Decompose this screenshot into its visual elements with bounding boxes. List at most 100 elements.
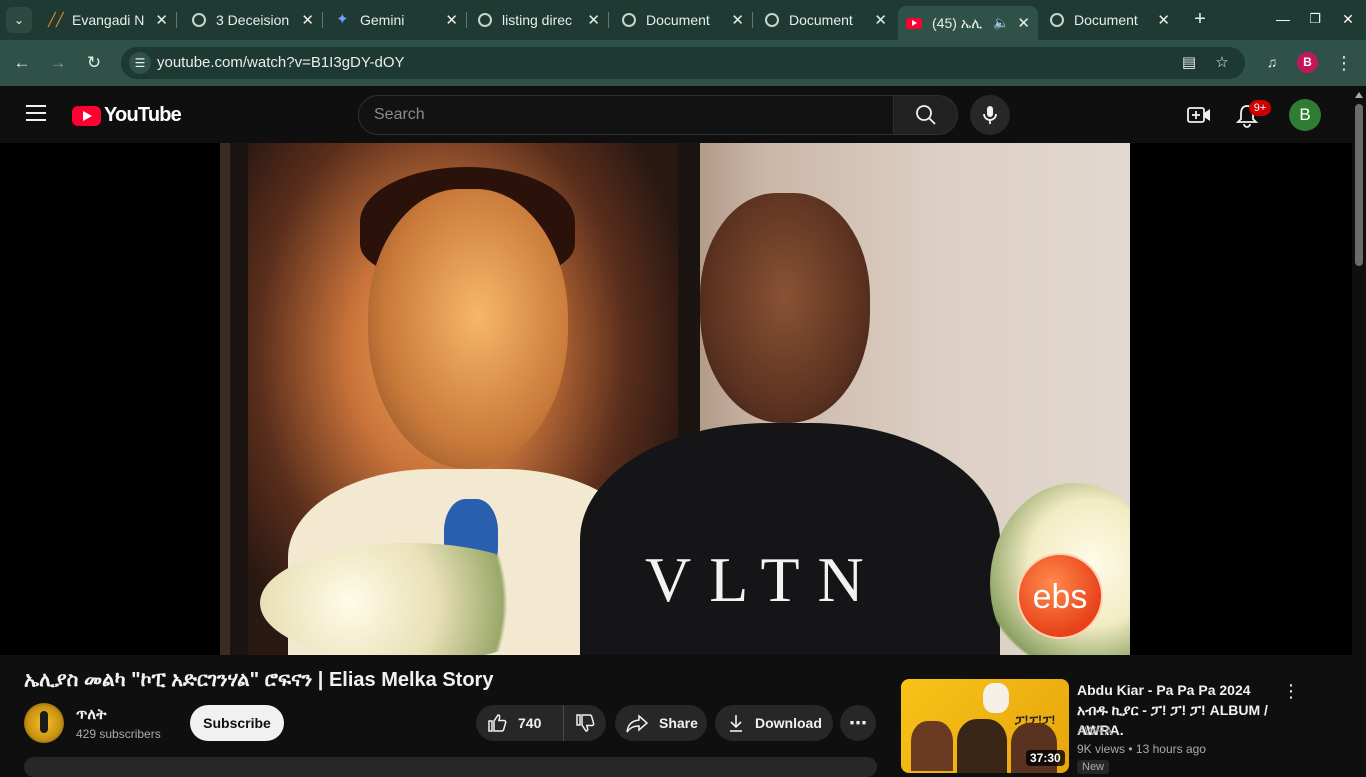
- media-controls-icon[interactable]: ♫: [1262, 52, 1282, 72]
- tab-close-icon[interactable]: ✕: [1017, 14, 1030, 32]
- browser-tab-5[interactable]: Document ✕: [757, 6, 895, 34]
- tab-close-icon[interactable]: ✕: [731, 11, 744, 29]
- tab-title: listing direc: [502, 12, 573, 28]
- browser-tab-strip: ⌄ ╱╱ Evangadi N ✕ 3 Deceision ✕ ✦ Gemini…: [0, 0, 1366, 40]
- like-dislike-group: 740: [476, 705, 606, 741]
- globe-icon: [1050, 13, 1064, 27]
- tab-title: Evangadi N: [72, 12, 145, 28]
- window-close-icon[interactable]: ✕: [1337, 8, 1359, 30]
- restore-icon[interactable]: ❐: [1304, 8, 1326, 30]
- site-info-tune-icon[interactable]: ☰: [129, 52, 151, 74]
- globe-icon: [478, 13, 492, 27]
- tab-close-icon[interactable]: ✕: [1157, 11, 1170, 29]
- tab-separator: [752, 12, 753, 28]
- view-count: 9K views: [1077, 742, 1126, 756]
- subscriber-count: 429 subscribers: [76, 727, 161, 741]
- tab-title: Gemini: [360, 12, 405, 28]
- upload-age: 13 hours ago: [1135, 742, 1206, 756]
- video-title: ኤሊያስ መልካ "ኮፒ አድርገንሃል" ሮፍናን | Elias Melka…: [24, 669, 494, 691]
- download-button[interactable]: Download: [715, 705, 833, 741]
- browser-tab-3[interactable]: listing direc ✕: [470, 6, 609, 34]
- channel-avatar[interactable]: [24, 703, 64, 743]
- youtube-icon: [906, 17, 922, 29]
- globe-icon: [192, 13, 206, 27]
- new-tab-plus-icon[interactable]: +: [1190, 8, 1210, 30]
- new-badge: New: [1077, 760, 1110, 774]
- more-actions-button[interactable]: ⋯: [840, 705, 876, 741]
- back-arrow-icon[interactable]: ←: [10, 51, 34, 75]
- globe-icon: [622, 13, 636, 27]
- recommendation-menu-kebab-icon[interactable]: ⋮: [1282, 680, 1300, 702]
- tab-title: 3 Deceision: [216, 12, 290, 28]
- youtube-logo[interactable]: YouTube: [72, 104, 182, 127]
- forward-arrow-icon[interactable]: →: [46, 51, 70, 75]
- browser-tab-active[interactable]: (45) ኤሊ 🔈 ✕: [898, 6, 1038, 40]
- account-avatar[interactable]: B: [1289, 99, 1321, 131]
- like-count: 740: [518, 715, 542, 731]
- search-input[interactable]: [374, 105, 874, 125]
- dislike-button[interactable]: [564, 705, 606, 741]
- recommended-channel-name[interactable]: AWRA: [1077, 724, 1113, 738]
- reload-icon[interactable]: ↻: [82, 51, 106, 75]
- search-box: [358, 95, 894, 135]
- interviewee: VLTN: [550, 193, 1030, 655]
- browser-tab-2[interactable]: ✦ Gemini ✕: [328, 6, 467, 34]
- download-icon: [730, 715, 742, 732]
- meta-dot: •: [1128, 742, 1136, 756]
- url-text[interactable]: youtube.com/watch?v=B1I3gDY-dOY: [157, 54, 405, 71]
- bookmark-star-icon[interactable]: ☆: [1211, 52, 1233, 74]
- more-horizontal-icon: ⋯: [849, 712, 867, 733]
- tab-close-icon[interactable]: ✕: [445, 11, 458, 29]
- tab-separator: [608, 12, 609, 28]
- tab-close-icon[interactable]: ✕: [874, 11, 887, 29]
- tab-title: Document: [646, 12, 710, 28]
- share-button[interactable]: Share: [615, 705, 707, 741]
- create-video-icon[interactable]: [1186, 102, 1212, 128]
- tab-separator: [322, 12, 323, 28]
- tab-close-icon[interactable]: ✕: [301, 11, 314, 29]
- browser-menu-kebab-icon[interactable]: ⋮: [1334, 51, 1354, 75]
- download-label: Download: [755, 715, 822, 731]
- tab-title: Document: [789, 12, 853, 28]
- tab-separator: [466, 12, 467, 28]
- evangadi-icon: ╱╱: [48, 12, 64, 27]
- browser-tab-4[interactable]: Document ✕: [614, 6, 753, 34]
- flower-bouquet-left: [260, 543, 560, 655]
- minimize-icon[interactable]: —: [1272, 8, 1294, 30]
- guide-menu-icon[interactable]: [26, 105, 46, 123]
- search-icon: [916, 105, 936, 125]
- browser-tab-1[interactable]: 3 Deceision ✕: [184, 6, 323, 34]
- page-scrollbar[interactable]: [1352, 86, 1366, 768]
- shirt-print-text: VLTN: [645, 544, 882, 615]
- youtube-play-logo-icon: [72, 105, 101, 126]
- browser-tab-0[interactable]: ╱╱ Evangadi N ✕: [40, 6, 177, 34]
- audio-speaker-icon[interactable]: 🔈: [993, 15, 1009, 31]
- ebs-watermark-logo: ebs: [1017, 553, 1103, 639]
- youtube-wordmark: YouTube: [104, 104, 182, 126]
- microphone-icon: [983, 106, 997, 124]
- like-button[interactable]: 740: [476, 705, 564, 741]
- subscribe-button[interactable]: Subscribe: [190, 705, 284, 741]
- video-frame[interactable]: VLTN ebs: [220, 143, 1130, 655]
- notification-count-badge: 9+: [1249, 100, 1271, 116]
- scrollbar-thumb[interactable]: [1355, 104, 1363, 266]
- address-bar[interactable]: ☰ youtube.com/watch?v=B1I3gDY-dOY ▤ ☆: [121, 47, 1245, 79]
- tab-close-icon[interactable]: ✕: [587, 11, 600, 29]
- channel-name[interactable]: ጥለት: [76, 706, 106, 723]
- browser-profile-avatar[interactable]: B: [1297, 52, 1318, 73]
- thumbs-up-icon: [488, 714, 507, 732]
- share-arrow-icon: [626, 714, 649, 733]
- tab-title: Document: [1074, 12, 1138, 28]
- search-button[interactable]: [894, 95, 958, 135]
- description-box[interactable]: [24, 757, 877, 777]
- tab-search-chevron-icon[interactable]: ⌄: [6, 7, 32, 33]
- scroll-up-arrow-icon[interactable]: [1355, 92, 1363, 98]
- browser-tab-7[interactable]: Document ✕: [1042, 6, 1178, 34]
- tab-title: (45) ኤሊ: [932, 14, 983, 31]
- install-app-icon[interactable]: ▤: [1178, 52, 1200, 74]
- share-label: Share: [659, 715, 698, 731]
- thumbs-down-icon: [576, 714, 595, 732]
- video-duration-badge: 37:30: [1026, 750, 1065, 766]
- tab-close-icon[interactable]: ✕: [155, 11, 168, 29]
- voice-search-button[interactable]: [970, 95, 1010, 135]
